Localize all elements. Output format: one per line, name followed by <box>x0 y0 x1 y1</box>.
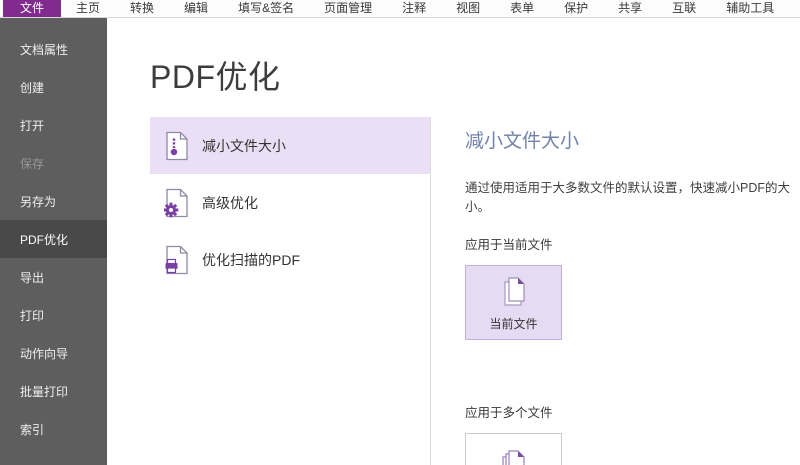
multiple-files-section-label: 应用于多个文件 <box>465 402 800 421</box>
pdf-optimize-content: 减小文件大小 <box>150 117 800 465</box>
file-menu-sidebar: 文档属性 创建 打开 保存 另存为 PDF优化 导出 打印 动作向导 批量打印 … <box>0 18 107 465</box>
sidebar-item-create[interactable]: 创建 <box>0 68 107 106</box>
reduce-file-size-icon <box>164 131 190 161</box>
advanced-optimization-icon <box>164 188 190 218</box>
reduce-file-size-panel: 减小文件大小 通过使用适用于大多数文件的默认设置，快速减小PDF的大小。 应用于… <box>431 117 800 465</box>
menu-tab-convert[interactable]: 转换 <box>115 0 169 17</box>
detail-description: 通过使用适用于大多数文件的默认设置，快速减小PDF的大小。 <box>465 177 800 215</box>
option-advanced-optimization[interactable]: 高级优化 <box>150 174 430 231</box>
menu-tab-comment[interactable]: 注释 <box>387 0 441 17</box>
option-label: 减小文件大小 <box>202 136 286 156</box>
sidebar-item-open[interactable]: 打开 <box>0 106 107 144</box>
menu-tab-form[interactable]: 表单 <box>495 0 549 17</box>
sidebar-item-action-wizard[interactable]: 动作向导 <box>0 334 107 372</box>
option-label: 优化扫描的PDF <box>202 250 300 270</box>
sidebar-item-print[interactable]: 打印 <box>0 296 107 334</box>
menu-tab-accessibility[interactable]: 辅助工具 <box>711 0 789 17</box>
menu-tab-fill-sign[interactable]: 填写&签名 <box>223 0 309 17</box>
multiple-files-button[interactable]: 多个文件 <box>465 433 562 465</box>
option-label: 高级优化 <box>202 193 258 213</box>
menu-tab-organize[interactable]: 页面管理 <box>309 0 387 17</box>
menu-tab-home[interactable]: 主页 <box>61 0 115 17</box>
optimize-option-list: 减小文件大小 <box>150 117 431 465</box>
menu-bar: 文件 主页 转换 编辑 填写&签名 页面管理 注释 视图 表单 保护 共享 互联… <box>0 0 800 18</box>
sidebar-item-save: 保存 <box>0 144 107 182</box>
current-file-section-label: 应用于当前文件 <box>465 234 800 253</box>
sidebar-item-pdf-optimize[interactable]: PDF优化 <box>0 220 107 258</box>
menu-tab-file[interactable]: 文件 <box>3 0 61 17</box>
pdf-app-backstage: 文件 主页 转换 编辑 填写&签名 页面管理 注释 视图 表单 保护 共享 互联… <box>0 0 800 465</box>
multiple-files-icon <box>496 447 532 465</box>
sidebar-item-batch-print[interactable]: 批量打印 <box>0 372 107 410</box>
menu-tab-edit[interactable]: 编辑 <box>169 0 223 17</box>
menu-tab-connect[interactable]: 互联 <box>657 0 711 17</box>
menu-tab-protect[interactable]: 保护 <box>549 0 603 17</box>
menu-tab-share[interactable]: 共享 <box>603 0 657 17</box>
option-optimize-scanned-pdf[interactable]: 优化扫描的PDF <box>150 231 430 288</box>
option-reduce-file-size[interactable]: 减小文件大小 <box>150 117 430 174</box>
menu-tab-view[interactable]: 视图 <box>441 0 495 17</box>
optimize-scanned-pdf-icon <box>164 245 190 275</box>
current-file-button[interactable]: 当前文件 <box>465 265 562 340</box>
current-file-button-label: 当前文件 <box>489 315 537 332</box>
pdf-optimize-page: PDF优化 减小文件大小 <box>107 18 800 465</box>
current-file-icon <box>496 274 532 310</box>
page-title: PDF优化 <box>150 52 800 98</box>
detail-heading: 减小文件大小 <box>465 126 800 153</box>
sidebar-item-doc-properties[interactable]: 文档属性 <box>0 30 107 68</box>
sidebar-item-save-as[interactable]: 另存为 <box>0 182 107 220</box>
sidebar-item-export[interactable]: 导出 <box>0 258 107 296</box>
sidebar-item-index[interactable]: 索引 <box>0 410 107 448</box>
